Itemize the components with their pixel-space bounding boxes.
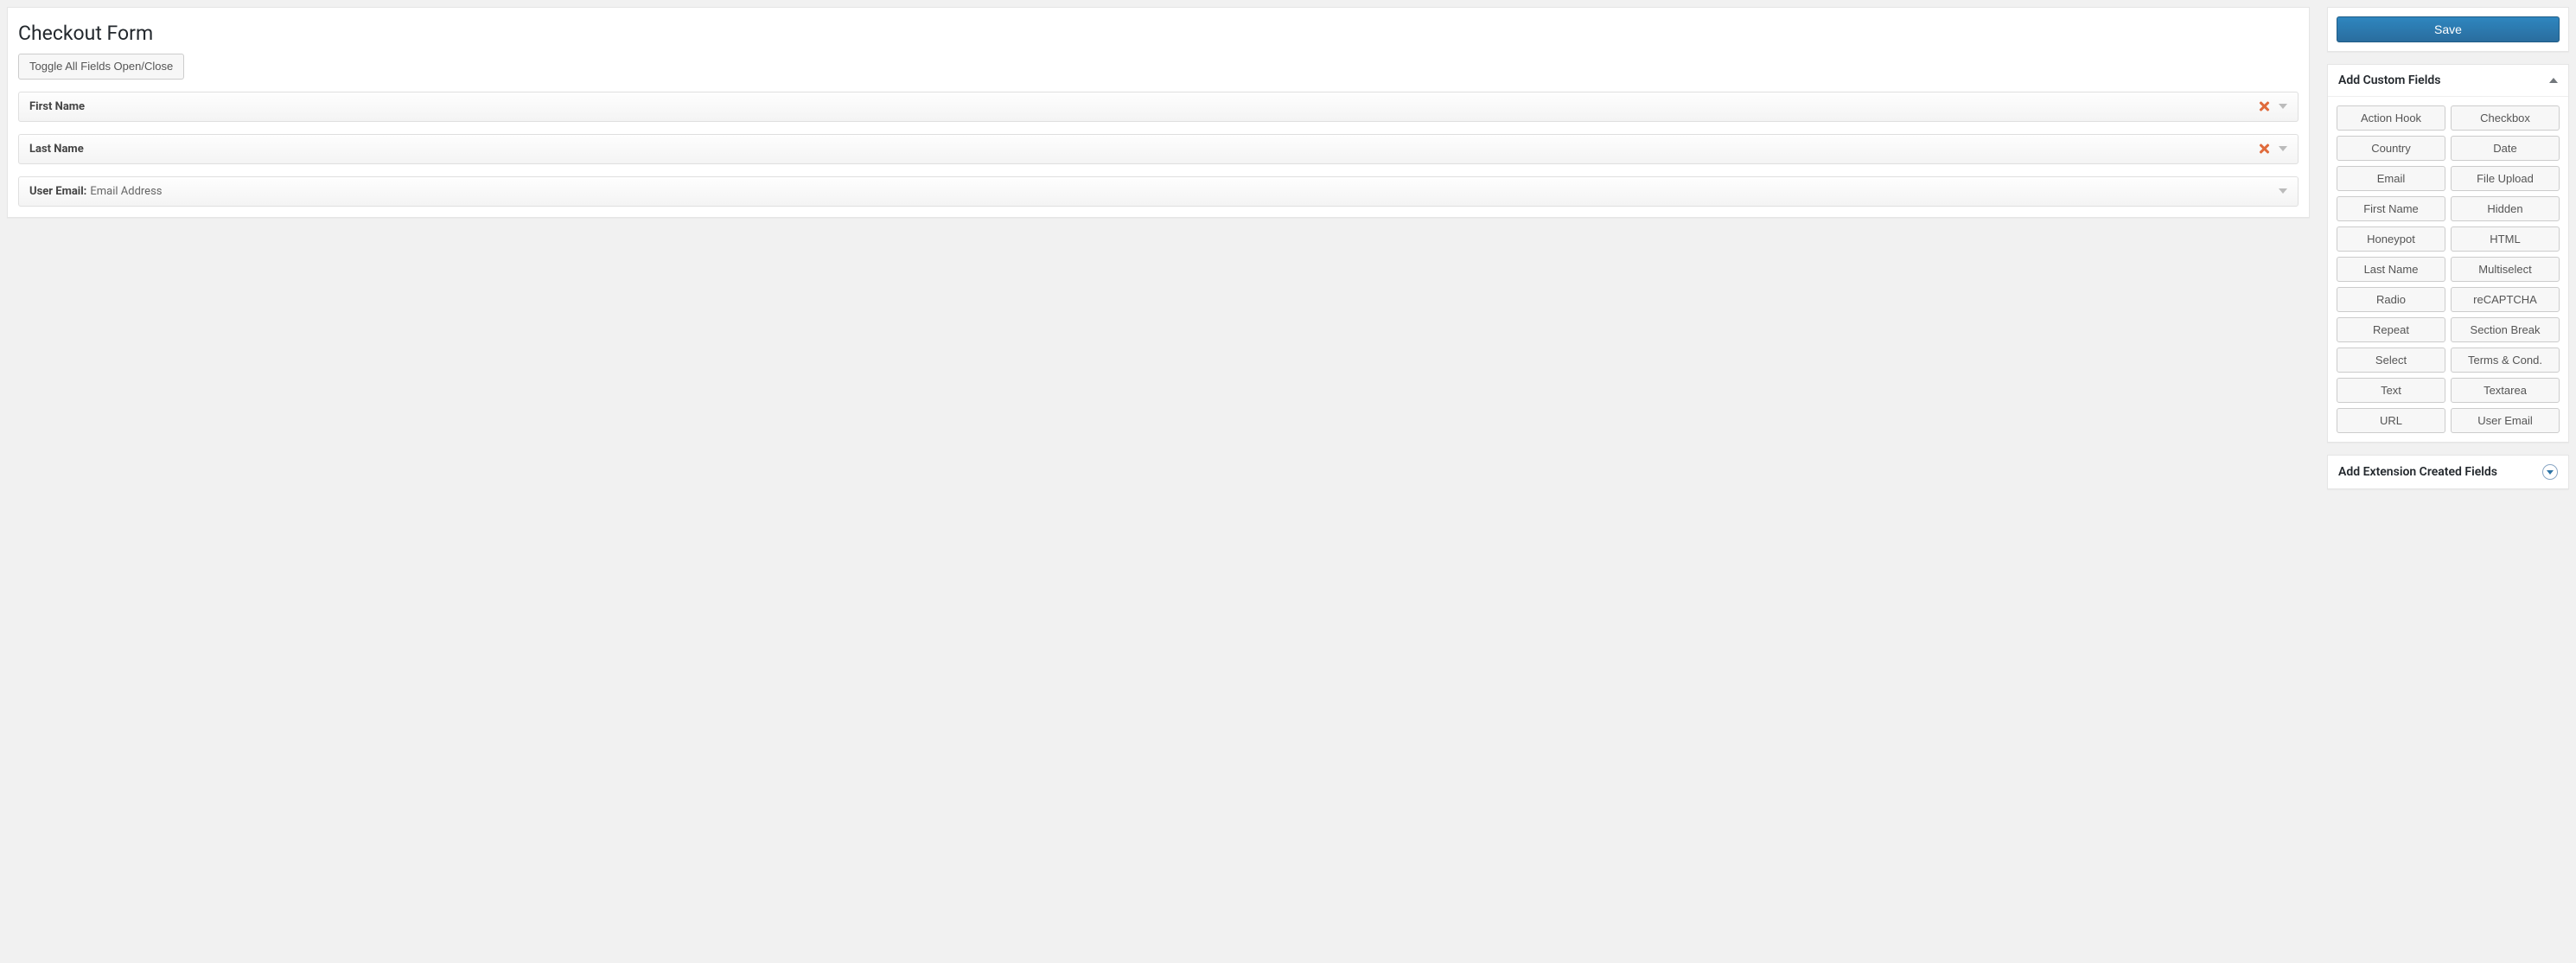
add-field-country[interactable]: Country xyxy=(2337,136,2445,161)
custom-fields-grid: Action HookCheckboxCountryDateEmailFile … xyxy=(2337,105,2560,433)
save-button[interactable]: Save xyxy=(2337,16,2560,42)
add-field-select[interactable]: Select xyxy=(2337,348,2445,373)
chevron-down-icon[interactable] xyxy=(2279,146,2287,151)
field-label: First Name xyxy=(29,100,85,113)
chevron-down-icon[interactable] xyxy=(2279,188,2287,194)
chevron-up-icon xyxy=(2549,78,2558,83)
add-extension-fields-title: Add Extension Created Fields xyxy=(2338,465,2497,479)
toggle-all-fields-button[interactable]: Toggle All Fields Open/Close xyxy=(18,54,184,80)
page-title: Checkout Form xyxy=(18,22,2299,45)
add-field-multiselect[interactable]: Multiselect xyxy=(2451,257,2560,282)
add-custom-fields-title: Add Custom Fields xyxy=(2338,73,2440,87)
delete-icon[interactable] xyxy=(2258,143,2270,155)
add-field-text[interactable]: Text xyxy=(2337,378,2445,403)
chevron-down-icon xyxy=(2542,464,2558,480)
add-custom-fields-header[interactable]: Add Custom Fields xyxy=(2328,65,2568,97)
add-field-terms-cond-[interactable]: Terms & Cond. xyxy=(2451,348,2560,373)
form-field-bar[interactable]: User Email: Email Address xyxy=(18,176,2299,207)
add-field-hidden[interactable]: Hidden xyxy=(2451,196,2560,221)
main-panel: Checkout Form Toggle All Fields Open/Clo… xyxy=(7,7,2310,218)
add-field-file-upload[interactable]: File Upload xyxy=(2451,166,2560,191)
add-field-checkbox[interactable]: Checkbox xyxy=(2451,105,2560,131)
delete-icon[interactable] xyxy=(2258,100,2270,112)
add-field-honeypot[interactable]: Honeypot xyxy=(2337,226,2445,252)
field-label: Last Name xyxy=(29,143,84,156)
add-field-radio[interactable]: Radio xyxy=(2337,287,2445,312)
field-bar-icons xyxy=(2258,143,2287,155)
form-field-bar[interactable]: First Name xyxy=(18,92,2299,122)
add-field-recaptcha[interactable]: reCAPTCHA xyxy=(2451,287,2560,312)
field-label: User Email: xyxy=(29,185,86,198)
add-field-action-hook[interactable]: Action Hook xyxy=(2337,105,2445,131)
add-field-email[interactable]: Email xyxy=(2337,166,2445,191)
form-field-list: First Name Last Name User Email: Email Add… xyxy=(18,92,2299,207)
add-field-user-email[interactable]: User Email xyxy=(2451,408,2560,433)
add-field-repeat[interactable]: Repeat xyxy=(2337,317,2445,342)
add-field-html[interactable]: HTML xyxy=(2451,226,2560,252)
field-bar-icons xyxy=(2258,100,2287,112)
save-panel: Save xyxy=(2327,7,2569,52)
add-field-first-name[interactable]: First Name xyxy=(2337,196,2445,221)
add-field-date[interactable]: Date xyxy=(2451,136,2560,161)
add-field-section-break[interactable]: Section Break xyxy=(2451,317,2560,342)
sidebar: Save Add Custom Fields Action HookCheckb… xyxy=(2327,7,2569,489)
add-custom-fields-panel: Add Custom Fields Action HookCheckboxCou… xyxy=(2327,64,2569,443)
add-field-last-name[interactable]: Last Name xyxy=(2337,257,2445,282)
field-suffix: Email Address xyxy=(90,185,162,198)
form-field-bar[interactable]: Last Name xyxy=(18,134,2299,164)
field-bar-icons xyxy=(2279,188,2287,194)
chevron-down-icon[interactable] xyxy=(2279,104,2287,109)
add-field-textarea[interactable]: Textarea xyxy=(2451,378,2560,403)
add-field-url[interactable]: URL xyxy=(2337,408,2445,433)
add-extension-fields-panel[interactable]: Add Extension Created Fields xyxy=(2327,455,2569,489)
